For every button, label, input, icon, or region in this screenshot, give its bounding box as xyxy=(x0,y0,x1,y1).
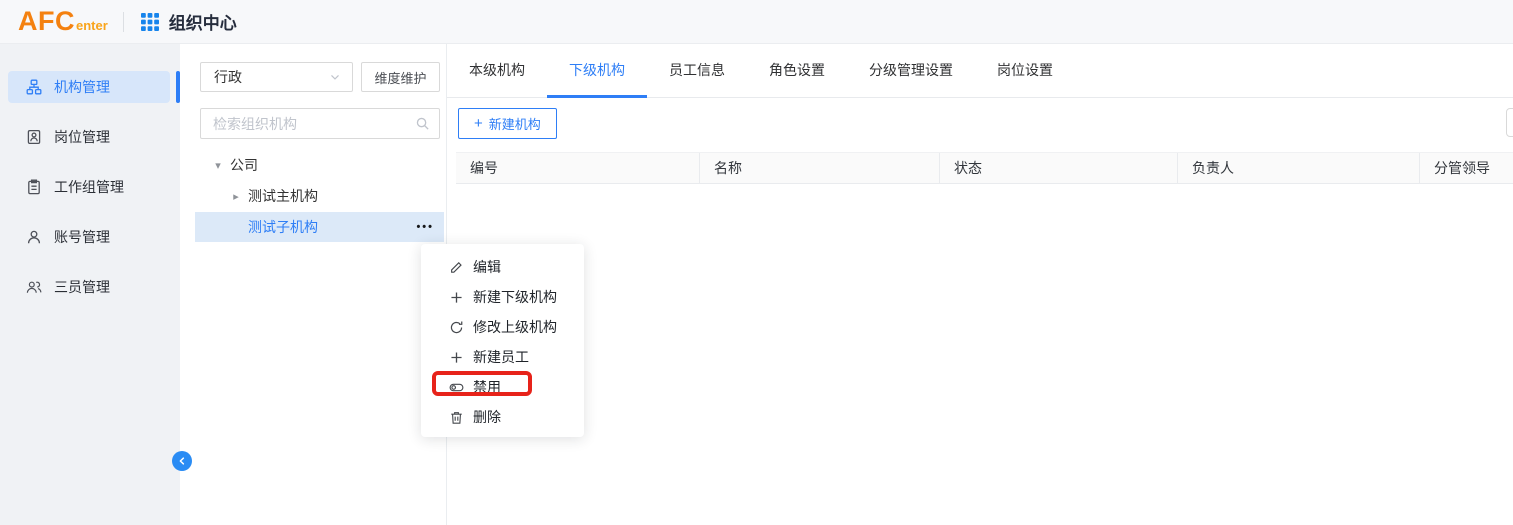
menu-item-label: 新建下级机构 xyxy=(473,287,557,307)
plus-icon: + xyxy=(474,116,483,131)
menu-item-label: 删除 xyxy=(473,407,501,427)
tree-node-label: 测试主机构 xyxy=(248,186,318,206)
column-header-0: 编号 xyxy=(456,153,700,183)
tab-label: 角色设置 xyxy=(769,60,825,80)
tab-position-settings[interactable]: 岗位设置 xyxy=(975,44,1075,98)
dimension-select[interactable]: 行政 xyxy=(200,62,353,92)
collapse-panel-button[interactable] xyxy=(172,451,192,471)
disable-icon xyxy=(449,380,464,395)
tree-node-company[interactable]: ▾ 公司 xyxy=(195,150,444,180)
apps-grid-icon[interactable] xyxy=(141,13,159,31)
new-org-button[interactable]: + 新建机构 xyxy=(458,108,557,139)
sidebar-item-position-management[interactable]: 岗位管理 xyxy=(8,121,170,153)
tab-label: 岗位设置 xyxy=(997,60,1053,80)
plus-icon xyxy=(449,290,464,305)
more-actions-icon[interactable]: ••• xyxy=(416,222,444,233)
position-icon xyxy=(26,129,42,145)
menu-item-new-sub-org[interactable]: 新建下级机构 xyxy=(421,282,584,312)
tab-current-org[interactable]: 本级机构 xyxy=(447,44,547,98)
tree-node-test-main-org[interactable]: ▸ 测试主机构 xyxy=(195,181,444,211)
tree-node-label: 测试子机构 xyxy=(248,217,318,237)
sidebar-item-label: 账号管理 xyxy=(54,227,110,247)
partial-input-right[interactable] xyxy=(1506,108,1513,137)
column-header-2: 状态 xyxy=(940,153,1178,183)
edit-icon xyxy=(449,260,464,275)
caret-down-icon[interactable]: ▾ xyxy=(213,159,223,172)
tree-node-label: 公司 xyxy=(230,155,258,175)
column-header-1: 名称 xyxy=(700,153,940,183)
sidebar-item-org-management[interactable]: 机构管理 xyxy=(8,71,170,103)
plus-icon xyxy=(449,350,464,365)
menu-item-label: 修改上级机构 xyxy=(473,317,557,337)
search-icon[interactable] xyxy=(415,116,430,131)
tab-employee-info[interactable]: 员工信息 xyxy=(647,44,747,98)
menu-item-delete[interactable]: 删除 xyxy=(421,402,584,432)
org-tree-icon xyxy=(26,79,42,95)
new-org-button-label: 新建机构 xyxy=(489,114,541,133)
sidebar-item-label: 机构管理 xyxy=(54,77,110,97)
page-title: 组织中心 xyxy=(169,9,237,34)
sidebar-item-account-management[interactable]: 账号管理 xyxy=(8,221,170,253)
tab-hierarchy-settings[interactable]: 分级管理设置 xyxy=(847,44,975,98)
delete-icon xyxy=(449,410,464,425)
sync-icon xyxy=(449,320,464,335)
org-search-box[interactable] xyxy=(200,108,440,139)
chevron-down-icon xyxy=(328,70,342,84)
menu-item-change-parent-org[interactable]: 修改上级机构 xyxy=(421,312,584,342)
logo-suffix-text: enter xyxy=(76,18,108,33)
sidebar-item-label: 岗位管理 xyxy=(54,127,110,147)
table-header-row: 编号名称状态负责人分管领导 xyxy=(456,152,1513,184)
tab-label: 分级管理设置 xyxy=(869,60,953,80)
sidebar: 机构管理岗位管理工作组管理账号管理三员管理 xyxy=(0,44,180,525)
dimension-row: 行政 维度维护 xyxy=(200,62,440,92)
menu-item-label: 禁用 xyxy=(473,377,501,397)
caret-right-icon[interactable]: ▸ xyxy=(231,190,241,203)
tab-label: 下级机构 xyxy=(569,60,625,80)
sidebar-item-workgroup-management[interactable]: 工作组管理 xyxy=(8,171,170,203)
sidebar-item-label: 三员管理 xyxy=(54,277,110,297)
menu-item-label: 新建员工 xyxy=(473,347,529,367)
app-header: AFC enter 组织中心 xyxy=(0,0,1513,44)
tab-label: 本级机构 xyxy=(469,60,525,80)
sidebar-item-three-role-management[interactable]: 三员管理 xyxy=(8,271,170,303)
org-search-input[interactable] xyxy=(201,115,409,133)
toolbar: + 新建机构 xyxy=(447,108,1513,139)
menu-item-disable[interactable]: 禁用 xyxy=(421,372,584,402)
column-header-3: 负责人 xyxy=(1178,153,1420,183)
column-header-4: 分管领导 xyxy=(1420,153,1513,183)
menu-item-new-employee[interactable]: 新建员工 xyxy=(421,342,584,372)
tab-sub-org[interactable]: 下级机构 xyxy=(547,44,647,98)
app-logo[interactable]: AFC enter xyxy=(18,8,108,35)
account-icon xyxy=(26,229,42,245)
tab-bar: 本级机构 下级机构 员工信息 角色设置 分级管理设置 岗位设置 xyxy=(447,44,1513,98)
header-divider xyxy=(123,12,124,32)
workgroup-icon xyxy=(26,179,42,195)
org-tree: ▾ 公司 ▸ 测试主机构测试子机构 ••• xyxy=(180,150,446,243)
main-content: 本级机构 下级机构 员工信息 角色设置 分级管理设置 岗位设置 + 新建机构 编号名称状态… xyxy=(447,44,1513,525)
team-icon xyxy=(26,279,42,295)
menu-item-label: 编辑 xyxy=(473,257,501,277)
organization-center-page: AFC enter 组织中心 机构管理岗位管理工作组管理账号管理三员管理 行政 … xyxy=(0,0,1513,525)
menu-item-edit[interactable]: 编辑 xyxy=(421,252,584,282)
tab-label: 员工信息 xyxy=(669,60,725,80)
tree-node-test-sub-org[interactable]: 测试子机构 ••• xyxy=(195,212,444,242)
dimension-maintain-button[interactable]: 维度维护 xyxy=(361,62,440,92)
tab-role-settings[interactable]: 角色设置 xyxy=(747,44,847,98)
tree-node-context-menu: 编辑新建下级机构修改上级机构新建员工禁用删除 xyxy=(421,244,584,437)
dimension-select-value: 行政 xyxy=(214,67,242,87)
sidebar-item-label: 工作组管理 xyxy=(54,177,124,197)
logo-text: AFC xyxy=(18,8,75,35)
org-tree-panel: 行政 维度维护 ▾ 公司 ▸ 测试主机构测试子机构 ••• xyxy=(180,44,447,525)
